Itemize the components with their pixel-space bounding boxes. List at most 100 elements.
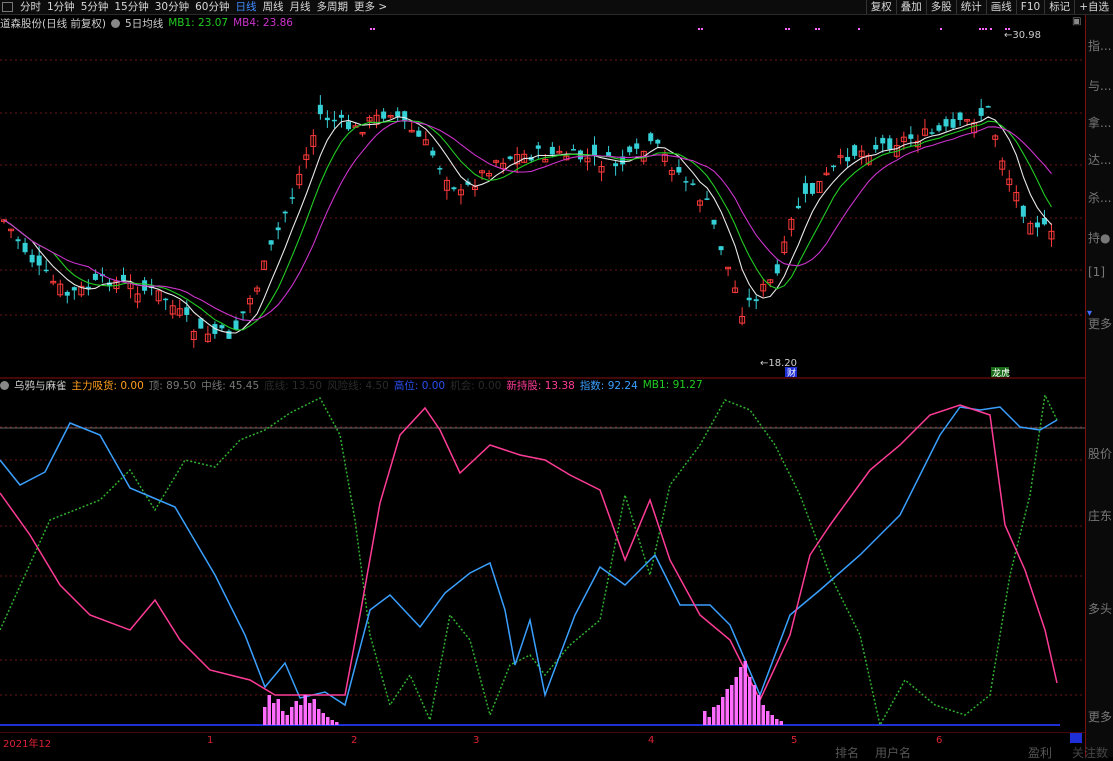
- candle-body-down: [880, 137, 886, 144]
- axis-label-5: 5: [791, 735, 798, 746]
- candle-body-down: [746, 297, 752, 301]
- side-item-gujia[interactable]: 股价: [1088, 445, 1112, 462]
- candle-body-down: [613, 163, 619, 167]
- dragon-badge: 龙虎: [992, 367, 1010, 379]
- indicator-settings-icon[interactable]: [0, 380, 9, 390]
- tab-profit[interactable]: 盈利: [1028, 744, 1052, 761]
- price-legend: 道森股份(日线 前复权) 5日均线 MB1: 23.07 MB4: 23.86: [0, 16, 298, 30]
- period-tab-multi[interactable]: 多周期: [314, 0, 352, 14]
- candle-body-down: [753, 299, 759, 302]
- indicator-name: 乌鸦与麻雀: [14, 379, 67, 392]
- multi-stock-button[interactable]: 多股: [925, 0, 956, 14]
- inflow-bar: [317, 709, 321, 725]
- top-value: 顶: 89.50: [148, 379, 197, 392]
- side-item-4[interactable]: 达...: [1088, 151, 1111, 168]
- indicator-legend: 乌鸦与麻雀 主力吸货: 0.00 顶: 89.50 中线: 45.45 底线: …: [0, 378, 708, 392]
- period-tab-60min[interactable]: 60分钟: [192, 0, 232, 14]
- candle-body-down: [381, 111, 387, 119]
- candle-body-down: [1034, 222, 1040, 228]
- overlay-button[interactable]: 叠加: [895, 0, 926, 14]
- period-tab-5min[interactable]: 5分钟: [78, 0, 112, 14]
- kline-chart[interactable]: ←30.98←18.20财 龙虎: [0, 15, 1085, 733]
- signal-dot: [370, 28, 372, 30]
- candle-body-down: [549, 146, 555, 155]
- inflow-bar: [730, 685, 734, 725]
- retail-line: [0, 404, 1058, 702]
- inflow-bar: [267, 695, 271, 725]
- draw-line-button[interactable]: 画线: [985, 0, 1016, 14]
- side-item-6[interactable]: 持●: [1088, 229, 1110, 246]
- candle-body-down: [219, 325, 225, 329]
- stats-button[interactable]: 统计: [955, 0, 986, 14]
- candle-body-down: [416, 130, 422, 137]
- side-item-duotou[interactable]: 多头: [1088, 600, 1112, 617]
- menu-icon[interactable]: [2, 2, 13, 12]
- inflow-bar: [734, 677, 738, 725]
- inflow-bar: [272, 703, 276, 725]
- add-watchlist-button[interactable]: +自选: [1074, 0, 1113, 14]
- window-restore-icon[interactable]: ▣: [1072, 16, 1081, 27]
- period-tab-15min[interactable]: 15分钟: [111, 0, 151, 14]
- inflow-bar: [743, 661, 747, 725]
- period-tab-monthly[interactable]: 月线: [287, 0, 314, 14]
- side-item-zhuang[interactable]: 庄东: [1088, 507, 1112, 524]
- tab-follows[interactable]: 关注数: [1072, 744, 1108, 761]
- candle-body-down: [233, 320, 239, 330]
- candle-body-down: [43, 269, 49, 272]
- signal-dot: [698, 28, 700, 30]
- candle-body-down: [324, 117, 330, 121]
- tab-username[interactable]: 用户名: [875, 744, 911, 761]
- candle-body-down: [950, 119, 956, 128]
- signal-dot: [979, 28, 981, 30]
- signal-dot: [982, 28, 984, 30]
- candle-body-down: [29, 254, 35, 263]
- candle-body-down: [275, 227, 281, 231]
- candle-body-down: [831, 165, 837, 168]
- tab-rank[interactable]: 排名: [835, 744, 859, 761]
- inflow-bar: [712, 707, 716, 725]
- inflow-bar: [276, 699, 280, 725]
- risk-value: 风险线: 4.50: [327, 379, 389, 392]
- period-tab-30min[interactable]: 30分钟: [152, 0, 192, 14]
- finance-badge: 财: [787, 367, 796, 379]
- candle-body-down: [570, 149, 576, 151]
- candle-body-down: [795, 205, 801, 209]
- inflow-bar: [770, 715, 774, 725]
- side-item-3[interactable]: 拿...: [1088, 114, 1111, 131]
- fuquan-button[interactable]: 复权: [865, 0, 896, 14]
- inflow-bar: [721, 697, 725, 725]
- inflow-bar: [725, 689, 729, 725]
- candle-body-down: [121, 274, 127, 281]
- side-item-5[interactable]: 杀...: [1088, 189, 1111, 206]
- signal-dot: [858, 28, 860, 30]
- inflow-bar: [281, 711, 285, 725]
- inflow-bar: [308, 703, 312, 725]
- period-tab-daily[interactable]: 日线: [233, 0, 260, 14]
- candle-body-down: [345, 121, 351, 130]
- candle-body-down: [936, 125, 942, 131]
- f10-button[interactable]: F10: [1015, 0, 1044, 14]
- period-tab-1min[interactable]: 1分钟: [44, 0, 78, 14]
- candle-body-down: [648, 133, 654, 142]
- ma-title: 5日均线: [125, 17, 164, 30]
- candle-body-down: [240, 311, 246, 314]
- high-price-label: ←30.98: [1004, 30, 1041, 41]
- mark-button[interactable]: 标记: [1044, 0, 1074, 14]
- mb1-dashed-line: [0, 392, 1058, 728]
- side-item-7[interactable]: [1]: [1088, 265, 1105, 279]
- side-item-2[interactable]: 与...: [1088, 77, 1111, 94]
- candle-body-down: [774, 264, 780, 274]
- settings-circle-icon[interactable]: [111, 18, 121, 28]
- candle-body-down: [845, 156, 851, 162]
- signal-dot: [815, 28, 817, 30]
- candle-body-down: [507, 156, 513, 160]
- period-tab-more[interactable]: 更多 >: [351, 0, 390, 14]
- side-item-1[interactable]: 指...: [1088, 37, 1111, 54]
- signal-dot: [990, 28, 992, 30]
- candle-body-down: [683, 181, 689, 183]
- side-more-2[interactable]: 更多: [1088, 708, 1112, 725]
- scroll-box[interactable]: [1070, 733, 1082, 743]
- period-tab-fenshi[interactable]: 分时: [17, 0, 44, 14]
- period-tab-weekly[interactable]: 周线: [260, 0, 287, 14]
- candle-body-down: [718, 246, 724, 251]
